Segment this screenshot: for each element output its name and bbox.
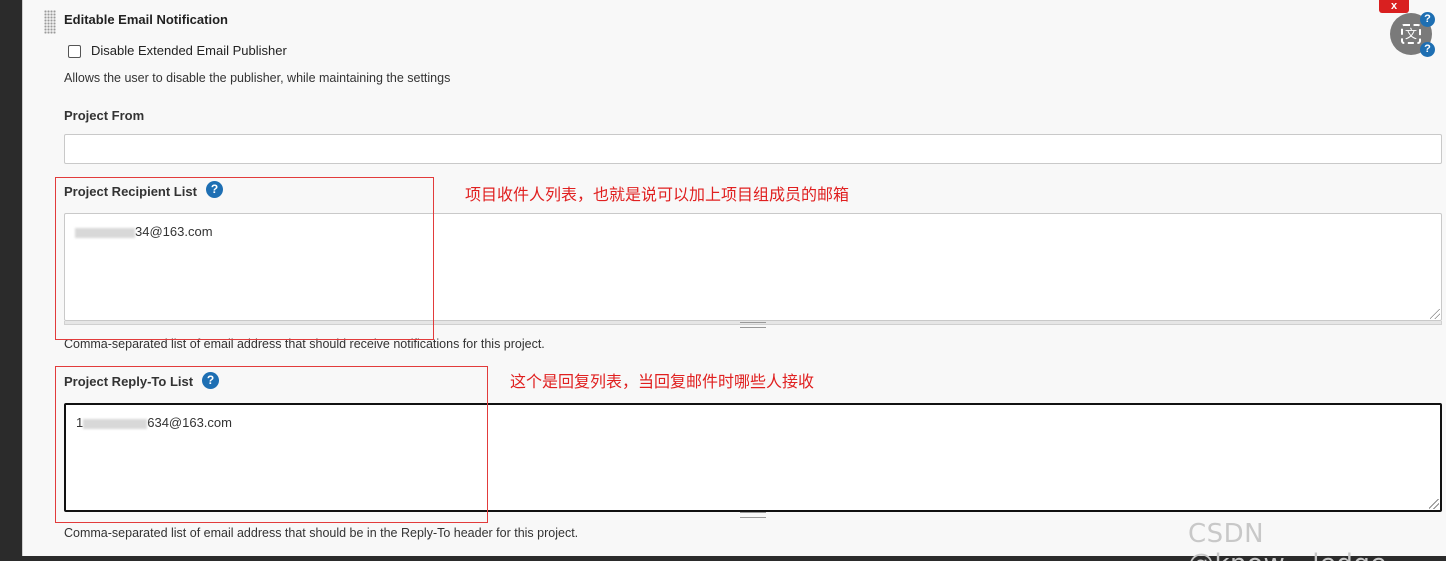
resize-grip-icon[interactable] xyxy=(1429,499,1439,509)
disable-publisher-description: Allows the user to disable the publisher… xyxy=(64,71,451,85)
reply-to-list-description: Comma-separated list of email address th… xyxy=(64,526,579,540)
resize-grip-icon[interactable] xyxy=(1430,309,1440,319)
disable-publisher-label[interactable]: Disable Extended Email Publisher xyxy=(91,43,287,58)
recipient-resize-handle[interactable] xyxy=(740,322,766,328)
help-icon[interactable]: ? xyxy=(1420,12,1435,27)
watermark: CSDN @know__ledge xyxy=(1188,519,1386,561)
close-icon[interactable]: x xyxy=(1379,0,1409,13)
help-icon[interactable]: ? xyxy=(1420,42,1435,57)
reply-to-resize-handle[interactable] xyxy=(740,512,766,518)
project-from-input[interactable] xyxy=(64,134,1442,164)
disable-publisher-checkbox[interactable] xyxy=(68,45,81,58)
project-from-label: Project From xyxy=(64,108,145,123)
reply-to-highlight-box xyxy=(55,366,488,523)
recipient-highlight-box xyxy=(55,177,434,340)
section-title: Editable Email Notification xyxy=(64,12,228,27)
left-dark-strip xyxy=(0,0,22,561)
recipient-annotation: 项目收件人列表，也就是说可以加上项目组成员的邮箱 xyxy=(465,185,850,204)
reply-to-annotation: 这个是回复列表，当回复邮件时哪些人接收 xyxy=(510,372,815,391)
drag-handle-icon[interactable] xyxy=(44,10,56,34)
